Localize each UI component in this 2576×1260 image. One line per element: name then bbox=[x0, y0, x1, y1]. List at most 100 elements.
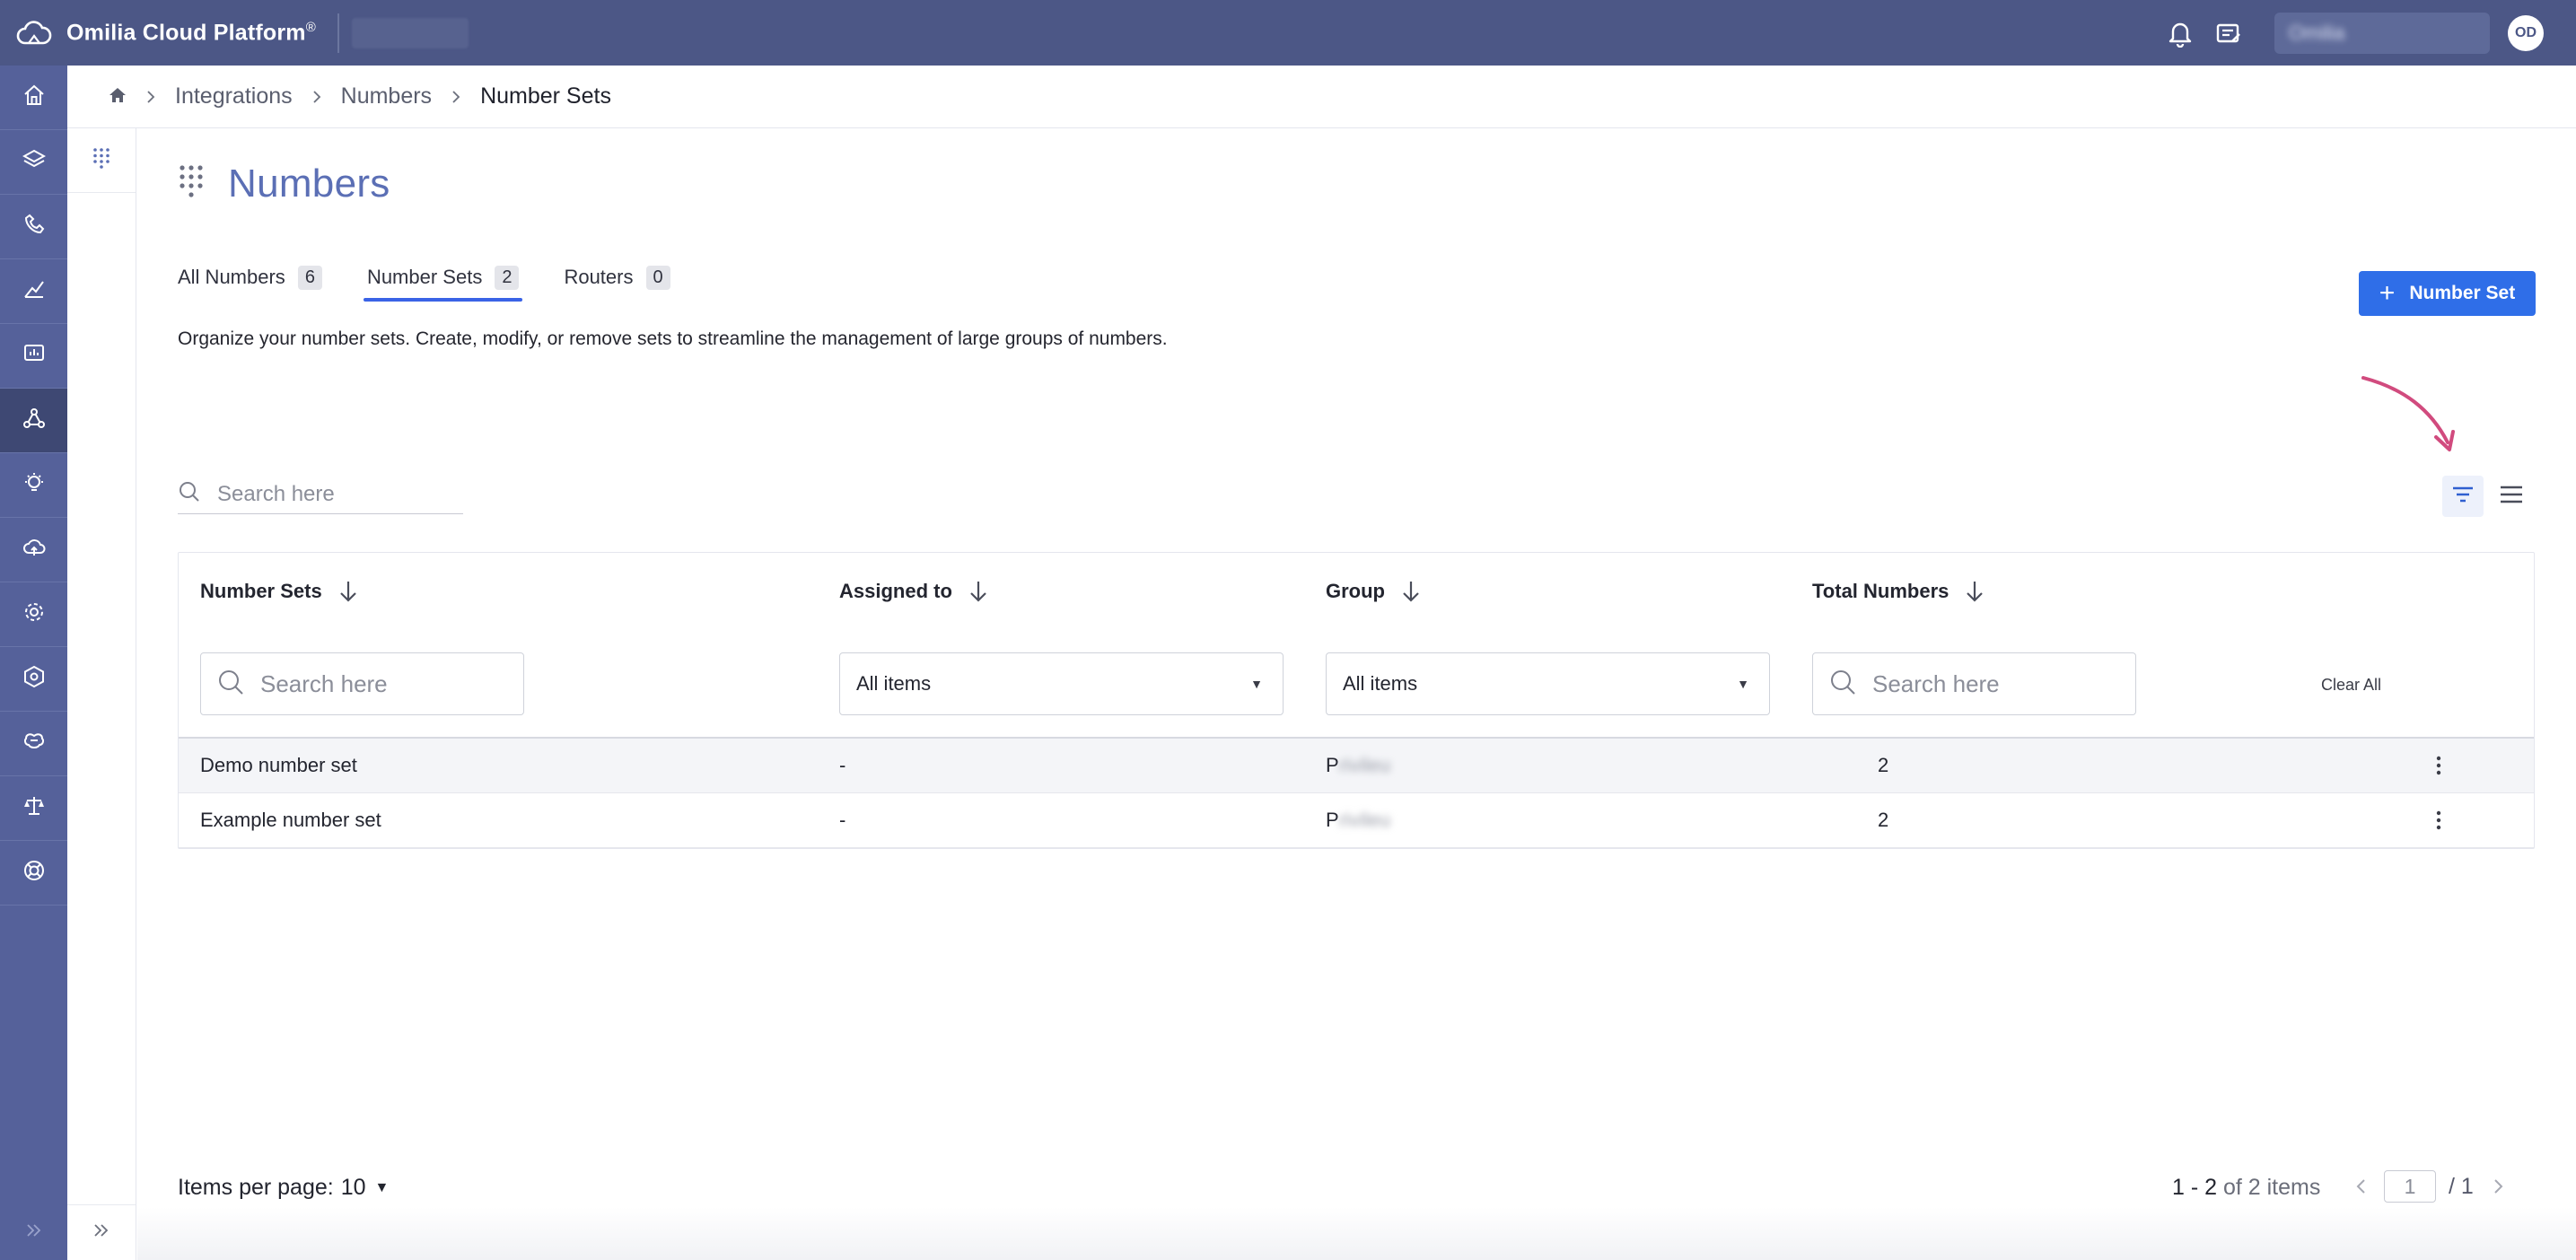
plus-icon: + bbox=[2379, 278, 2396, 308]
items-per-page-selector[interactable]: Items per page: 10 ▼ bbox=[178, 1175, 389, 1201]
tab-number-sets[interactable]: Number Sets 2 bbox=[363, 257, 522, 302]
breadcrumb-numbers[interactable]: Numbers bbox=[341, 83, 432, 109]
number-sets-filter-input[interactable] bbox=[260, 669, 440, 698]
sort-arrow-down-icon[interactable] bbox=[1965, 580, 1985, 603]
brand[interactable]: Omilia Cloud Platform® bbox=[0, 0, 316, 66]
assigned-to-filter-select[interactable]: All items ▼ bbox=[839, 652, 1284, 715]
hamburger-menu-icon bbox=[2499, 485, 2524, 509]
breadcrumb-number-sets: Number Sets bbox=[480, 83, 611, 109]
environment-selector[interactable] bbox=[352, 17, 469, 48]
breadcrumb-integrations[interactable]: Integrations bbox=[175, 83, 293, 109]
cell-number-set-name: Example number set bbox=[200, 809, 381, 831]
nav-projects[interactable] bbox=[0, 130, 67, 195]
nav-calls[interactable] bbox=[0, 195, 67, 259]
add-number-set-button[interactable]: + Number Set bbox=[2359, 271, 2536, 316]
account-selector[interactable]: Omilia bbox=[2274, 12, 2490, 54]
group-filter-select[interactable]: All items ▼ bbox=[1326, 652, 1770, 715]
nav-settings[interactable] bbox=[0, 582, 67, 647]
nav-compliance[interactable] bbox=[0, 776, 67, 841]
clear-all-filters-button[interactable]: Clear All bbox=[2321, 676, 2381, 695]
per-page-label: Items per page: bbox=[178, 1175, 334, 1200]
next-page-chevron-icon[interactable] bbox=[2493, 1178, 2504, 1194]
button-label: Number Set bbox=[2409, 283, 2516, 303]
column-label: Number Sets bbox=[200, 580, 322, 602]
row-actions-kebab-icon[interactable] bbox=[2425, 793, 2452, 847]
table-row[interactable]: Demo number set - Privileu 2 bbox=[179, 739, 2534, 793]
range-of-text: of 2 items bbox=[2222, 1175, 2321, 1200]
total-numbers-filter-input[interactable] bbox=[1872, 669, 2052, 698]
caret-down-icon: ▼ bbox=[1250, 677, 1263, 691]
column-header-number-sets[interactable]: Number Sets bbox=[200, 580, 358, 603]
secondary-navigation bbox=[67, 128, 136, 1260]
cell-assigned-to: - bbox=[839, 809, 846, 831]
analytics-icon bbox=[22, 277, 46, 305]
global-search-input[interactable] bbox=[217, 481, 451, 507]
expand-rail-button[interactable] bbox=[0, 1204, 67, 1260]
footer-background bbox=[137, 1207, 2576, 1260]
nav-integrations[interactable] bbox=[0, 389, 67, 453]
home-breadcrumb-icon[interactable] bbox=[109, 83, 127, 109]
search-icon bbox=[1829, 669, 1856, 700]
sort-arrow-down-icon[interactable] bbox=[338, 580, 358, 603]
global-search[interactable] bbox=[178, 475, 463, 514]
account-name: Omilia bbox=[2289, 21, 2345, 44]
page-number-input[interactable]: 1 bbox=[2384, 1170, 2436, 1203]
column-label: Group bbox=[1326, 580, 1385, 602]
double-chevron-right-icon bbox=[26, 1223, 42, 1242]
columns-menu-button[interactable] bbox=[2491, 476, 2532, 517]
total-pages: / 1 bbox=[2449, 1173, 2474, 1199]
support-icon bbox=[22, 859, 46, 887]
group-redacted-text: rivileu bbox=[1338, 809, 1391, 831]
dialpad-icon bbox=[92, 147, 111, 173]
table-row[interactable]: Example number set - Privileu 2 bbox=[179, 793, 2534, 848]
count-badge: 0 bbox=[645, 265, 670, 290]
tab-all-numbers[interactable]: All Numbers 6 bbox=[178, 257, 322, 298]
release-notes-icon[interactable] bbox=[2204, 9, 2253, 57]
pagination-range: 1 - 2 of 2 items bbox=[2172, 1175, 2320, 1201]
column-header-total-numbers[interactable]: Total Numbers bbox=[1812, 580, 1985, 603]
cell-total-numbers: 2 bbox=[1878, 809, 1889, 831]
layers-icon bbox=[22, 148, 46, 176]
column-header-group[interactable]: Group bbox=[1326, 580, 1421, 603]
total-numbers-filter[interactable] bbox=[1812, 652, 2136, 715]
column-label: Total Numbers bbox=[1812, 580, 1950, 602]
hexagon-settings-icon bbox=[22, 665, 46, 693]
sort-arrow-down-icon[interactable] bbox=[1401, 580, 1421, 603]
row-actions-kebab-icon[interactable] bbox=[2425, 739, 2452, 792]
chevron-right-icon bbox=[312, 90, 321, 104]
main-navigation-rail bbox=[0, 66, 67, 1260]
cell-total-numbers: 2 bbox=[1878, 754, 1889, 776]
cloud-upload-icon bbox=[22, 536, 46, 564]
per-page-value: 10 bbox=[340, 1175, 366, 1200]
double-chevron-right-icon bbox=[93, 1223, 110, 1242]
group-visible-text: P bbox=[1326, 754, 1339, 776]
annotation-arrow bbox=[2361, 376, 2455, 451]
monitor-icon bbox=[22, 342, 46, 370]
nav-home[interactable] bbox=[0, 66, 67, 130]
nav-insights[interactable] bbox=[0, 453, 67, 518]
chevron-right-icon bbox=[146, 90, 155, 104]
lightbulb-icon bbox=[22, 471, 46, 499]
nav-ai[interactable] bbox=[0, 712, 67, 776]
notifications-bell-icon[interactable] bbox=[2156, 9, 2204, 57]
caret-down-icon: ▼ bbox=[374, 1179, 390, 1195]
column-header-assigned-to[interactable]: Assigned to bbox=[839, 580, 988, 603]
sort-arrow-down-icon[interactable] bbox=[968, 580, 988, 603]
tab-label: Number Sets bbox=[366, 266, 483, 288]
previous-page-chevron-icon[interactable] bbox=[2355, 1178, 2366, 1194]
user-avatar[interactable]: OD bbox=[2508, 14, 2544, 51]
subnav-numbers[interactable] bbox=[67, 128, 136, 193]
nav-support[interactable] bbox=[0, 841, 67, 906]
nav-monitoring[interactable] bbox=[0, 324, 67, 389]
nav-admin[interactable] bbox=[0, 647, 67, 712]
cell-group: Privileu bbox=[1326, 739, 1390, 792]
brain-icon bbox=[22, 730, 46, 757]
nav-deployments[interactable] bbox=[0, 518, 67, 582]
tab-routers[interactable]: Routers 0 bbox=[564, 257, 670, 298]
number-sets-filter[interactable] bbox=[200, 652, 524, 715]
nav-analytics[interactable] bbox=[0, 259, 67, 324]
expand-subnav-button[interactable] bbox=[67, 1204, 136, 1260]
filter-toggle-button[interactable] bbox=[2442, 476, 2484, 517]
breadcrumb: Integrations Numbers Number Sets bbox=[67, 66, 2576, 128]
brand-name: Omilia Cloud Platform® bbox=[66, 19, 316, 46]
